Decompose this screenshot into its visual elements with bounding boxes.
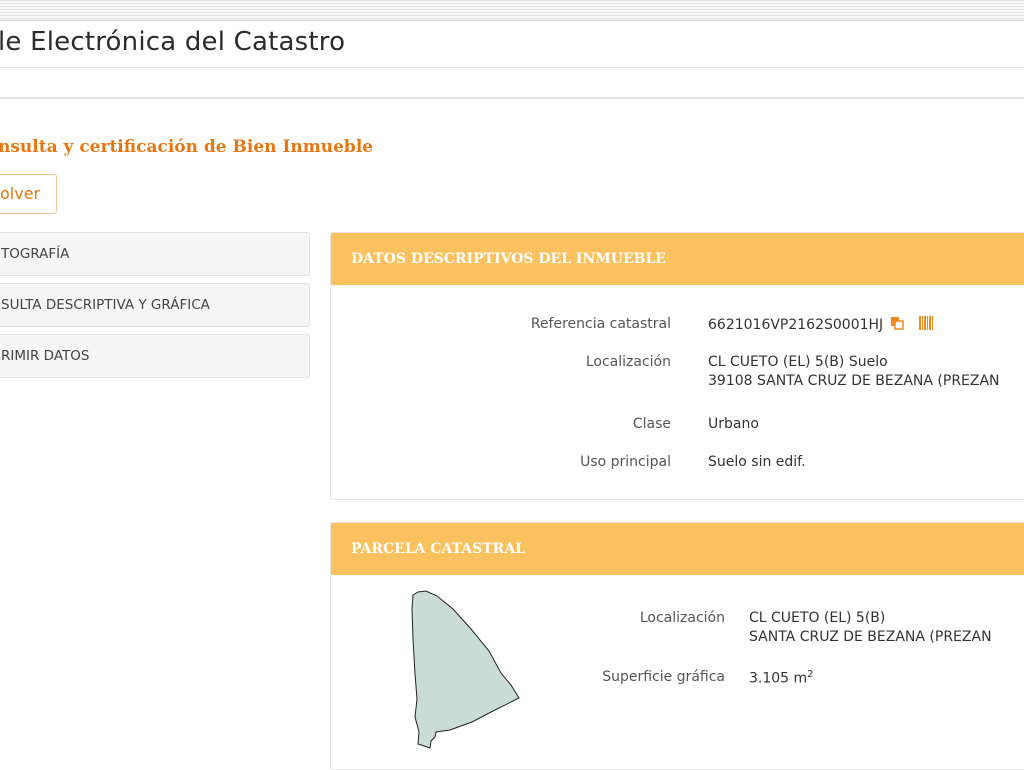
menu-item-cartografia[interactable]: TOGRAFÍA bbox=[0, 232, 310, 276]
menu-item-imprimir-datos[interactable]: RIMIR DATOS bbox=[0, 334, 310, 378]
ref-value: 6621016VP2162S0001HJ bbox=[708, 317, 884, 333]
parcel-loc-line-2: SANTA CRUZ DE BEZANA (PREZAN bbox=[749, 629, 992, 645]
parcel-loc-line-1: CL CUETO (EL) 5(B) bbox=[749, 610, 886, 626]
parcel-area-unit-exponent: 2 bbox=[807, 669, 814, 680]
parcel-area-label: Superficie gráfica bbox=[602, 669, 725, 685]
descriptive-panel-header: DATOS DESCRIPTIVOS DEL INMUEBLE bbox=[331, 233, 1024, 285]
top-stripes bbox=[0, 0, 1024, 21]
menu-item-consulta-descriptiva[interactable]: SULTA DESCRIPTIVA Y GRÁFICA bbox=[0, 283, 310, 327]
ref-label: Referencia catastral bbox=[530, 316, 671, 332]
descriptive-panel: DATOS DESCRIPTIVOS DEL INMUEBLE Referenc… bbox=[330, 232, 1024, 500]
back-button[interactable]: olver bbox=[0, 174, 57, 214]
page-title: nsulta y certificación de Bien Inmueble bbox=[0, 137, 374, 157]
loc-line-1: CL CUETO (EL) 5(B) Suelo bbox=[708, 354, 888, 370]
parcel-area-value: 3.105 m2 bbox=[749, 669, 814, 687]
copy-icon[interactable] bbox=[890, 316, 904, 334]
parcel-area-number: 3.105 m bbox=[749, 670, 808, 687]
use-value: Suelo sin edif. bbox=[708, 454, 806, 470]
use-label: Uso principal bbox=[580, 454, 671, 470]
side-menu: TOGRAFÍA SULTA DESCRIPTIVA Y GRÁFICA RIM… bbox=[0, 232, 310, 385]
site-title: le Electrónica del Catastro bbox=[0, 27, 346, 57]
class-label: Clase bbox=[632, 416, 671, 432]
parcel-panel: PARCELA CATASTRAL Localización CL CUETO … bbox=[330, 522, 1024, 770]
site-header: le Electrónica del Catastro bbox=[0, 21, 1024, 68]
parcel-loc-label: Localización bbox=[639, 610, 725, 626]
class-value: Urbano bbox=[708, 416, 759, 432]
parcel-panel-header: PARCELA CATASTRAL bbox=[331, 523, 1024, 575]
loc-label: Localización bbox=[585, 354, 671, 370]
barcode-icon[interactable] bbox=[918, 316, 934, 334]
parcel-shape[interactable] bbox=[409, 589, 525, 749]
loc-line-2: 39108 SANTA CRUZ DE BEZANA (PREZAN bbox=[708, 373, 1000, 389]
ref-value-row: 6621016VP2162S0001HJ bbox=[708, 316, 934, 334]
divider bbox=[0, 97, 1024, 99]
